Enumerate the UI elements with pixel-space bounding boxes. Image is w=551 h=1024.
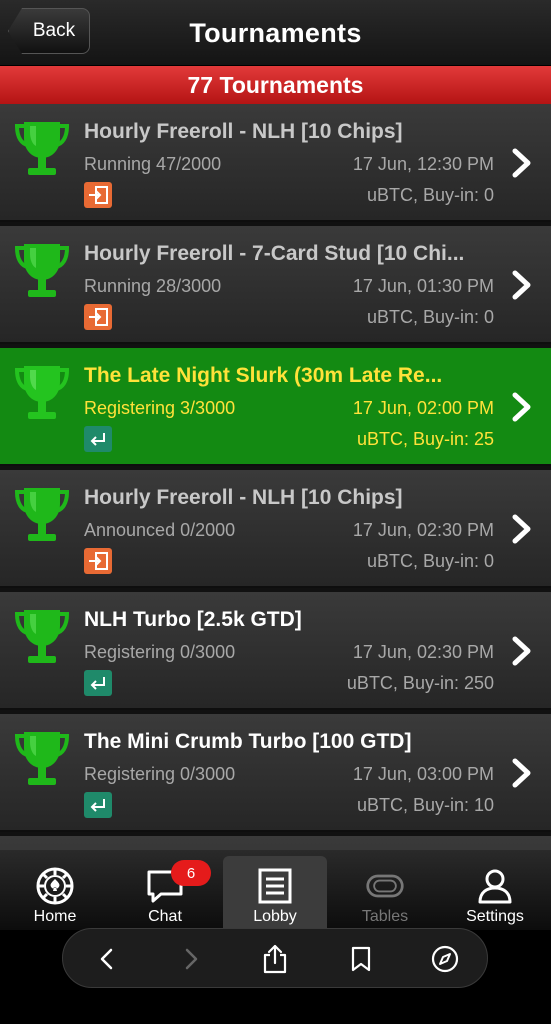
register-icon [84,426,112,452]
tournament-status: Registering 0/3000 [84,642,236,662]
chevron-right-icon [512,758,531,788]
tournament-name: Hourly Freeroll - NLH [10 Chips] [84,120,403,143]
trophy-icon [14,244,70,297]
tab-label: Lobby [253,908,297,925]
tab-label: Settings [466,908,524,925]
trophy-icon [14,366,70,419]
list-icon [255,866,295,906]
browser-toolbar [62,928,488,988]
browser-share-button[interactable] [259,943,291,975]
tournament-status: Announced 0/2000 [84,520,236,540]
compass-icon [431,945,459,973]
chevron-right-icon [512,270,531,300]
trophy-icon [14,488,70,541]
tournament-list: Hourly Freeroll - NLH [10 Chips] Running… [0,104,551,850]
browser-back-button[interactable] [91,943,123,975]
tournament-row-partial[interactable] [0,836,551,850]
late-register-icon [84,182,112,208]
tab-tables[interactable]: Tables [333,850,437,930]
tab-label: Home [33,908,77,925]
trophy-icon [14,732,70,785]
tournament-row[interactable]: NLH Turbo [2.5k GTD] Registering 0/3000 … [0,592,551,710]
register-icon [84,670,112,696]
tournament-name: The Mini Crumb Turbo [100 GTD] [84,730,412,753]
chevron-left-icon [100,948,113,970]
top-bar: Back Tournaments [0,0,551,66]
chat-unread-badge: 6 [171,860,211,886]
tournament-row[interactable]: Hourly Freeroll - NLH [10 Chips] Running… [0,104,551,222]
tournament-status: Registering 0/3000 [84,764,236,784]
tournament-date: 17 Jun, 03:00 PM [352,764,494,784]
tournament-name: NLH Turbo [2.5k GTD] [84,608,302,631]
tournament-buyin: uBTC, Buy-in: 0 [366,551,494,571]
tab-label: Chat [148,908,182,925]
tournament-date: 17 Jun, 02:30 PM [352,520,494,540]
tournament-name: Hourly Freeroll - NLH [10 Chips] [84,486,403,509]
trophy-icon [14,122,70,175]
tab-settings[interactable]: Settings [443,850,547,930]
user-icon [475,866,515,906]
tournament-buyin: uBTC, Buy-in: 0 [366,307,494,327]
tournament-status: Running 47/2000 [84,154,222,174]
bottom-tab-bar: Home 6 Chat Lobby Tables Settings [0,850,551,930]
tournament-buyin: uBTC, Buy-in: 0 [366,185,494,205]
late-register-icon [84,548,112,574]
tournament-name: Hourly Freeroll - 7-Card Stud [10 Chi... [84,242,465,265]
browser-forward-button[interactable] [175,943,207,975]
chevron-right-icon [512,148,531,178]
tab-home[interactable]: Home [3,850,107,930]
tab-lobby[interactable]: Lobby [223,856,327,930]
chevron-right-icon [512,392,531,422]
tournament-status: Running 28/3000 [84,276,222,296]
bookmark-icon [351,946,371,972]
tournament-status: Registering 3/3000 [84,398,236,418]
chevron-right-icon [512,514,531,544]
tournament-row-highlighted[interactable]: The Late Night Slurk (30m Late Re... Reg… [0,348,551,466]
tournament-name: The Late Night Slurk (30m Late Re... [84,364,443,387]
tournament-row[interactable]: The Mini Crumb Turbo [100 GTD] Registeri… [0,714,551,832]
tournament-buyin: uBTC, Buy-in: 250 [346,673,494,693]
tables-icon [365,866,405,906]
tournament-date: 17 Jun, 02:00 PM [352,398,494,418]
browser-compass-button[interactable] [429,943,461,975]
tournament-count-bar: 77 Tournaments [0,66,551,104]
share-icon [263,944,287,974]
late-register-icon [84,304,112,330]
trophy-icon [14,610,70,663]
tournament-row[interactable]: Hourly Freeroll - 7-Card Stud [10 Chi...… [0,226,551,344]
tournament-date: 17 Jun, 02:30 PM [352,642,494,662]
chevron-right-icon [185,948,198,970]
browser-bookmark-button[interactable] [345,943,377,975]
tournament-date: 17 Jun, 01:30 PM [352,276,494,296]
tab-label: Tables [361,908,409,925]
page-title: Tournaments [189,17,362,48]
tournament-date: 17 Jun, 12:30 PM [352,154,494,174]
tournament-buyin: uBTC, Buy-in: 10 [356,795,494,815]
tournament-row[interactable]: Hourly Freeroll - NLH [10 Chips] Announc… [0,470,551,588]
chevron-right-icon [512,636,531,666]
tab-chat[interactable]: 6 Chat [113,850,217,930]
tournament-buyin: uBTC, Buy-in: 25 [356,429,494,449]
poker-chip-icon [35,866,75,906]
register-icon [84,792,112,818]
